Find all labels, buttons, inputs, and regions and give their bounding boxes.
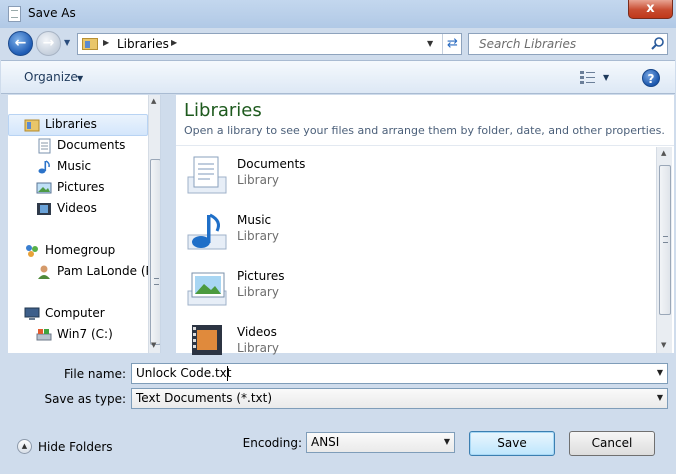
scroll-up-icon[interactable]: ▲: [661, 149, 666, 157]
page-subtitle: Open a library to see your files and arr…: [184, 124, 665, 137]
save-as-type-value: Text Documents (*.txt): [136, 391, 273, 405]
chevron-down-icon[interactable]: ▼: [657, 368, 663, 377]
command-bar: Organize ▼ ▼ ?: [1, 60, 675, 94]
search-icon[interactable]: [651, 37, 664, 51]
file-name-value: Unlock Code.txt: [136, 366, 232, 380]
content-scrollbar-thumb[interactable]: [659, 165, 671, 315]
help-icon[interactable]: ?: [642, 69, 660, 87]
scroll-down-icon[interactable]: ▼: [661, 341, 666, 349]
divider: [176, 145, 674, 146]
nav-scrollbar[interactable]: ▲ ▼: [148, 95, 160, 353]
libraries-icon: [24, 119, 40, 132]
libraries-folder-icon: [82, 38, 98, 50]
address-row: ← → ▼ ▶ Libraries ▶ ▼ ⇄ Search Libraries: [0, 28, 676, 60]
library-item-music[interactable]: Music Library: [184, 207, 584, 259]
forward-button[interactable]: →: [36, 31, 61, 56]
save-button[interactable]: Save: [469, 431, 555, 456]
library-type: Library: [237, 341, 279, 355]
library-item-pictures[interactable]: Pictures Library: [184, 263, 584, 315]
scroll-down-icon[interactable]: ▼: [151, 341, 156, 349]
sidebar-item-label: Computer: [45, 306, 105, 320]
nav-scrollbar-thumb[interactable]: [150, 159, 160, 345]
homegroup-icon: [26, 245, 38, 257]
library-type: Library: [237, 173, 279, 187]
user-icon: [38, 265, 50, 279]
file-name-field[interactable]: Unlock Code.txt ▼: [131, 363, 668, 384]
sidebar-item-label: Pictures: [57, 180, 105, 194]
page-title: Libraries: [184, 100, 262, 121]
grip-icon: [154, 278, 159, 285]
pictures-library-icon: [187, 272, 227, 306]
library-name: Pictures: [237, 269, 285, 283]
scroll-up-icon[interactable]: ▲: [151, 97, 156, 105]
documents-library-icon: [187, 156, 227, 194]
library-item-documents[interactable]: Documents Library: [184, 151, 584, 203]
music-library-icon: [187, 213, 227, 250]
change-view-icon[interactable]: [579, 70, 596, 84]
library-type: Library: [237, 229, 279, 243]
recent-pages-dropdown[interactable]: ▼: [64, 38, 73, 47]
chevron-down-icon[interactable]: ▼: [77, 74, 83, 83]
encoding-value: ANSI: [311, 435, 340, 449]
videos-icon: [37, 203, 51, 215]
close-button[interactable]: x: [628, 0, 673, 19]
sidebar-item-label: Music: [57, 159, 92, 173]
sidebar-item-label: Videos: [57, 201, 97, 215]
hide-folders-button[interactable]: Hide Folders: [38, 440, 113, 454]
organize-button[interactable]: Organize: [24, 70, 78, 84]
chevron-down-icon[interactable]: ▼: [657, 393, 663, 402]
search-placeholder: Search Libraries: [479, 37, 577, 51]
sidebar-item-label: Win7 (C:): [57, 327, 113, 341]
library-name: Videos: [237, 325, 277, 339]
navigation-pane: Libraries Documents Music Pictures Video…: [8, 95, 161, 353]
notepad-icon: [8, 6, 21, 22]
library-name: Music: [237, 213, 272, 227]
videos-library-icon: [192, 325, 222, 355]
sidebar-item-label: Homegroup: [45, 243, 116, 257]
breadcrumb-arrow-icon[interactable]: ▶: [171, 38, 177, 47]
collapse-icon[interactable]: ▲: [17, 439, 32, 454]
sidebar-item-label: Pam LaLonde (PA: [57, 264, 161, 278]
encoding-label: Encoding:: [242, 436, 302, 450]
chevron-down-icon[interactable]: ▼: [444, 437, 450, 446]
window-title: Save As: [28, 6, 76, 20]
drive-icon: [36, 329, 52, 341]
search-input[interactable]: Search Libraries: [468, 33, 668, 55]
breadcrumb-arrow-icon[interactable]: ▶: [103, 38, 109, 47]
file-name-label: File name:: [64, 367, 126, 381]
library-name: Documents: [237, 157, 306, 171]
address-history-dropdown[interactable]: ▼: [427, 39, 433, 48]
save-as-type-select[interactable]: Text Documents (*.txt) ▼: [131, 388, 668, 409]
address-bar[interactable]: ▶ Libraries ▶ ▼ ⇄: [77, 33, 462, 55]
views-dropdown-icon[interactable]: ▼: [603, 73, 609, 82]
documents-icon: [38, 138, 51, 154]
text-caret: [227, 366, 228, 381]
music-icon: [38, 160, 50, 174]
encoding-select[interactable]: ANSI ▼: [306, 432, 455, 453]
content-pane: Libraries Open a library to see your fil…: [176, 95, 674, 355]
cancel-button[interactable]: Cancel: [569, 431, 655, 456]
sidebar-item-label: Libraries: [45, 117, 97, 131]
save-as-type-label: Save as type:: [44, 392, 126, 406]
sidebar-item-label: Documents: [57, 138, 126, 152]
content-scrollbar[interactable]: ▲ ▼: [656, 147, 672, 353]
title-bar: Save As x: [0, 0, 676, 28]
computer-icon: [24, 307, 40, 320]
library-type: Library: [237, 285, 279, 299]
refresh-button[interactable]: ⇄: [442, 34, 462, 54]
back-button[interactable]: ←: [8, 31, 33, 56]
breadcrumb-libraries[interactable]: Libraries: [117, 37, 169, 51]
grip-icon: [663, 236, 668, 243]
pictures-icon: [36, 182, 52, 194]
